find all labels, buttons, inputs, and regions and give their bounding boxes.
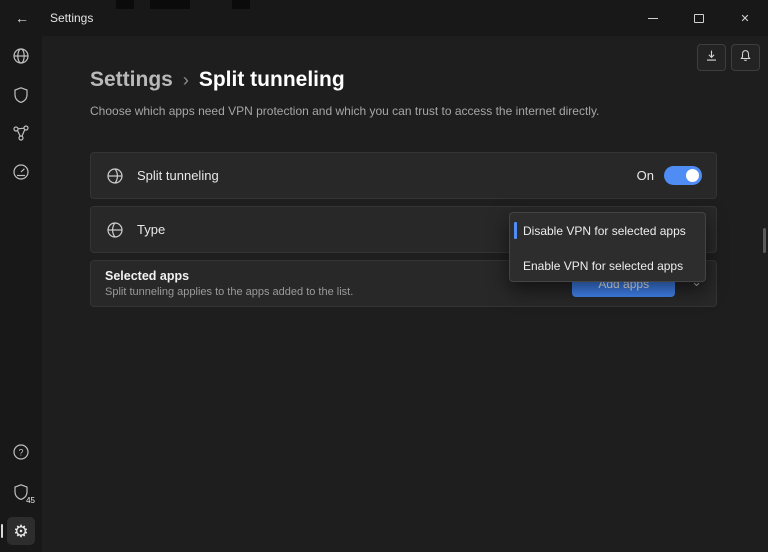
active-item-indicator bbox=[1, 524, 3, 538]
scrollbar-thumb[interactable] bbox=[763, 228, 766, 253]
split-tunneling-label: Split tunneling bbox=[137, 168, 219, 183]
maximize-icon bbox=[694, 14, 704, 23]
speedometer-icon bbox=[11, 162, 31, 182]
sidebar-item-meshnet[interactable] bbox=[11, 123, 31, 143]
window-controls: ✕ bbox=[630, 0, 768, 36]
gear-icon: ⚙ bbox=[13, 523, 28, 540]
breadcrumb-separator: › bbox=[183, 70, 189, 91]
help-icon: ? bbox=[11, 442, 31, 462]
toggle-state-label: On bbox=[637, 168, 654, 183]
days-badge: 45 bbox=[26, 496, 35, 505]
sidebar-item-threat-protection[interactable] bbox=[11, 85, 31, 105]
background-window-fragment bbox=[150, 0, 190, 9]
page-title: Split tunneling bbox=[199, 68, 345, 92]
window-title: Settings bbox=[50, 11, 93, 25]
shield-badge-icon: 45 bbox=[11, 482, 31, 502]
back-button[interactable]: ← bbox=[4, 0, 40, 36]
selected-apps-description: Split tunneling applies to the apps adde… bbox=[105, 286, 353, 298]
toggle-knob bbox=[686, 169, 699, 182]
shield-icon bbox=[11, 85, 31, 105]
close-button[interactable]: ✕ bbox=[722, 0, 768, 36]
notifications-button[interactable] bbox=[731, 44, 760, 71]
bell-icon bbox=[738, 48, 753, 68]
selected-option-indicator bbox=[514, 222, 517, 239]
titlebar: ← Settings ✕ bbox=[0, 0, 768, 36]
download-button[interactable] bbox=[697, 44, 726, 71]
type-icon bbox=[105, 220, 125, 240]
breadcrumb: Settings › Split tunneling bbox=[90, 68, 345, 92]
minimize-icon bbox=[648, 18, 658, 19]
vpn-settings-window: ← Settings ✕ bbox=[0, 0, 768, 552]
selected-apps-title: Selected apps bbox=[105, 269, 353, 283]
main-content: Settings › Split tunneling Choose which … bbox=[42, 36, 768, 552]
close-icon: ✕ bbox=[740, 12, 749, 25]
type-dropdown-menu: Disable VPN for selected apps Enable VPN… bbox=[509, 212, 706, 282]
page-description: Choose which apps need VPN protection an… bbox=[90, 104, 599, 118]
dropdown-option-enable-vpn[interactable]: Enable VPN for selected apps bbox=[510, 248, 705, 282]
sidebar-item-settings[interactable]: ⚙ bbox=[7, 517, 35, 545]
svg-text:?: ? bbox=[18, 447, 23, 457]
minimize-button[interactable] bbox=[630, 0, 676, 36]
dropdown-option-label: Enable VPN for selected apps bbox=[523, 259, 683, 273]
sidebar-item-vpn[interactable] bbox=[11, 46, 31, 66]
sidebar: ? 45 ⚙ bbox=[0, 36, 42, 552]
globe-icon bbox=[11, 46, 31, 66]
meshnet-icon bbox=[11, 123, 31, 143]
split-tunneling-icon bbox=[105, 166, 125, 186]
header-actions bbox=[697, 44, 760, 71]
background-window-fragment bbox=[232, 0, 250, 9]
back-arrow-icon: ← bbox=[15, 10, 29, 26]
breadcrumb-settings-link[interactable]: Settings bbox=[90, 68, 173, 92]
sidebar-item-subscription[interactable]: 45 bbox=[11, 482, 31, 502]
dropdown-option-label: Disable VPN for selected apps bbox=[523, 224, 686, 238]
type-label: Type bbox=[137, 222, 165, 237]
sidebar-item-help[interactable]: ? bbox=[11, 442, 31, 462]
split-tunneling-row: Split tunneling On bbox=[90, 152, 717, 199]
maximize-button[interactable] bbox=[676, 0, 722, 36]
sidebar-item-speed[interactable] bbox=[11, 162, 31, 182]
download-icon bbox=[704, 48, 719, 68]
background-window-fragment bbox=[116, 0, 134, 9]
dropdown-option-disable-vpn[interactable]: Disable VPN for selected apps bbox=[510, 213, 705, 248]
split-tunneling-toggle[interactable] bbox=[664, 166, 702, 185]
